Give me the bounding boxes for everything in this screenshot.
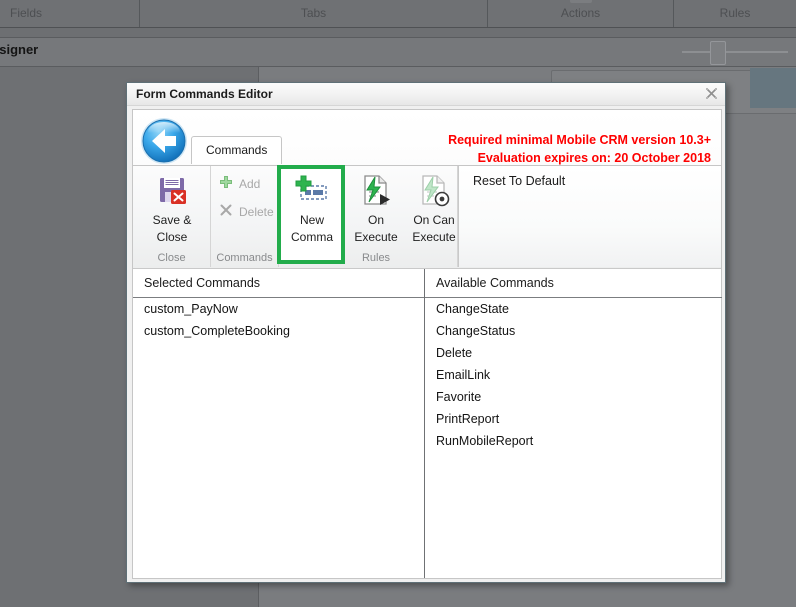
license-warning: Required minimal Mobile CRM version 10.3… [448,131,711,167]
list-item[interactable]: ChangeStatus [425,320,722,342]
background-designer-bar: esigner [0,38,796,67]
background-tab-actions-label: Actions [560,6,601,20]
reset-to-default-label[interactable]: Reset To Default [473,174,565,188]
plus-icon [219,175,233,192]
on-execute-button[interactable]: On Execute [345,169,407,245]
save-and-close-label-1: Save & [152,213,192,227]
reset-to-default-pane: Reset To Default [458,166,721,267]
license-warning-line2: Evaluation expires on: 20 October 2018 [477,151,711,165]
zoom-slider[interactable] [682,41,788,65]
tab-commands-label: Commands [206,143,268,157]
background-tab-actions[interactable]: Actions [488,0,674,27]
save-close-icon [141,169,203,211]
new-command-button[interactable]: New Comma [281,169,343,245]
background-tab-tabs[interactable]: Tabs [140,0,488,27]
new-command-label-2: Comma [290,230,333,244]
background-tab-tabs-label: Tabs [300,6,327,20]
selected-commands-list: custom_PayNow custom_CompleteBooking [133,298,424,342]
list-item[interactable]: custom_CompleteBooking [133,320,424,342]
background-selected-panel[interactable]: ... [750,68,796,108]
background-tab-rules-label: Rules [719,6,751,20]
available-commands-header: Available Commands [436,276,554,290]
ribbon-group-rules-label: Rules [361,252,391,264]
ribbon-group-rules: New Comma On Execute On Can Execute Rule… [277,165,458,267]
new-command-label-1: New [299,213,324,227]
back-icon[interactable] [139,116,189,166]
background-toolbar-strip [0,28,796,38]
delete-label: Delete [239,204,274,219]
background-tab-bar: Fields Tabs Actions Rules [0,0,796,28]
ribbon-group-close: Save & Close Close [133,166,211,267]
delete-button[interactable]: Delete [219,203,274,220]
tab-indicator-nub [569,0,592,3]
list-item[interactable]: PrintReport [425,408,722,430]
ribbon-tabstrip: Commands [191,136,283,166]
on-can-execute-icon [403,169,465,211]
on-execute-icon [345,169,407,211]
close-icon[interactable] [705,87,718,100]
on-execute-label-1: On [367,213,384,227]
ribbon-group-commands: Add Delete Commands [211,166,279,267]
tab-commands[interactable]: Commands [191,136,283,164]
dialog-body: Commands Required minimal Mobile CRM ver… [132,109,722,579]
selected-commands-header: Selected Commands [144,276,261,290]
commands-lists: Selected Commands custom_PayNow custom_C… [133,269,722,578]
add-label: Add [239,176,261,191]
background-tab-fields-label: Fields [10,6,43,20]
new-command-icon [281,169,343,211]
background-tab-rules[interactable]: Rules [674,0,796,27]
list-item[interactable]: EmailLink [425,364,722,386]
list-item[interactable]: Delete [425,342,722,364]
dialog-title-bar: Form Commands Editor [127,83,725,106]
save-and-close-label-2: Close [156,230,188,244]
list-item[interactable]: Favorite [425,386,722,408]
ribbon: Commands Required minimal Mobile CRM ver… [133,110,721,269]
ribbon-content: Save & Close Close Add Delete Commands N… [133,165,721,267]
license-warning-line1: Required minimal Mobile CRM version 10.3… [448,133,711,147]
ribbon-group-commands-label: Commands [216,252,273,264]
list-item[interactable]: ChangeState [425,298,722,320]
add-button[interactable]: Add [219,175,260,192]
list-item[interactable]: RunMobileReport [425,430,722,452]
list-item[interactable]: custom_PayNow [133,298,424,320]
designer-title: esigner [0,42,39,57]
dialog-title: Form Commands Editor [136,87,273,101]
on-can-execute-label-2: Execute [412,230,456,244]
available-commands-column: Available Commands ChangeState ChangeSta… [424,269,722,578]
selected-commands-column: Selected Commands custom_PayNow custom_C… [133,269,424,578]
save-and-close-button[interactable]: Save & Close [141,169,203,245]
form-commands-editor-dialog: Form Commands Editor Commands Required m… [126,82,726,583]
on-can-execute-label-1: On Can [413,213,455,227]
zoom-slider-track [682,51,698,53]
on-execute-label-2: Execute [354,230,398,244]
on-can-execute-button[interactable]: On Can Execute [403,169,465,245]
background-tab-fields[interactable]: Fields [0,0,140,27]
ribbon-group-close-label: Close [157,252,186,264]
zoom-slider-thumb[interactable] [710,41,726,65]
available-commands-list: ChangeState ChangeStatus Delete EmailLin… [425,298,722,452]
x-icon [219,203,233,220]
